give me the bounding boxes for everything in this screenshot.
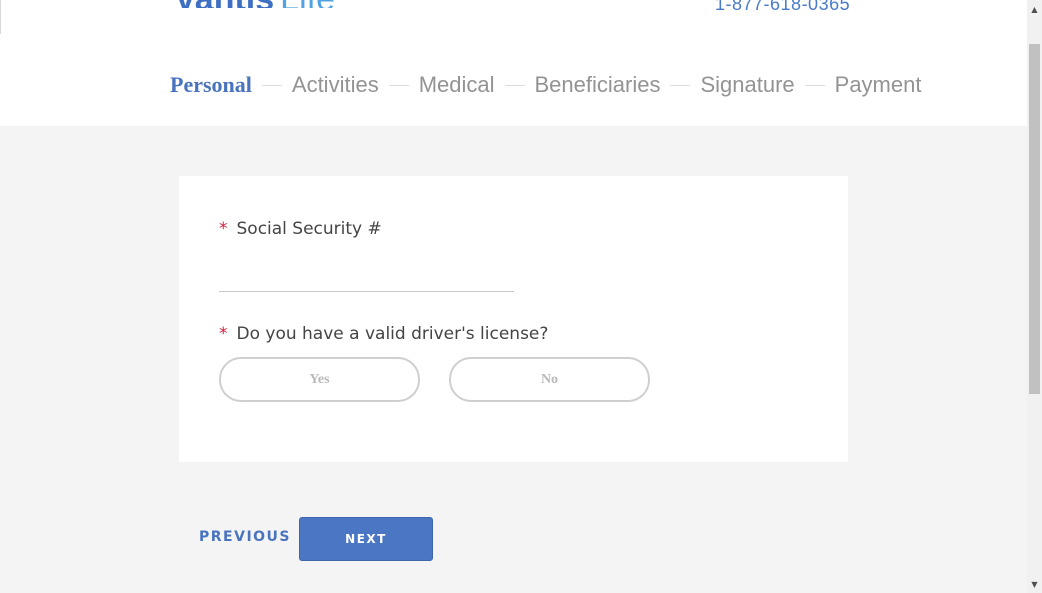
left-edge-divider: [0, 0, 1, 34]
step-signature[interactable]: Signature: [700, 72, 794, 98]
step-separator: [804, 84, 825, 86]
vantis-life-logo[interactable]: Vantis Life: [174, 0, 335, 8]
step-separator: [388, 84, 409, 86]
no-button[interactable]: No: [449, 357, 650, 402]
license-question-text: Do you have a valid driver's license?: [236, 324, 549, 344]
phone-number-link[interactable]: 1-877-618-0365: [715, 0, 850, 15]
personal-info-form: * Social Security # * Do you have a valid …: [179, 176, 848, 462]
step-medical[interactable]: Medical: [419, 72, 495, 98]
step-separator: [670, 84, 691, 86]
ssn-label: * Social Security #: [219, 219, 382, 239]
previous-button[interactable]: PREVIOUS: [199, 529, 291, 545]
scroll-up-icon[interactable]: ▲: [1027, 2, 1042, 16]
required-marker: *: [219, 219, 228, 239]
logo-suffix: Life: [280, 0, 335, 8]
yes-button-label: Yes: [309, 371, 330, 387]
step-personal[interactable]: Personal: [170, 72, 252, 98]
ssn-input[interactable]: [219, 269, 514, 292]
step-separator: [261, 84, 282, 86]
ssn-label-text: Social Security #: [236, 219, 382, 239]
yes-button[interactable]: Yes: [219, 357, 420, 402]
step-activities[interactable]: Activities: [292, 72, 379, 98]
step-payment[interactable]: Payment: [835, 72, 922, 98]
license-question-label: * Do you have a valid driver's license?: [219, 324, 548, 344]
next-button-label: NEXT: [345, 532, 387, 546]
page-header: Vantis Life 1-877-618-0365 Personal Activ…: [0, 0, 1027, 126]
logo-brand: Vantis: [174, 0, 274, 8]
no-button-label: No: [540, 371, 559, 387]
scroll-down-icon[interactable]: ▼: [1027, 577, 1042, 591]
vertical-scrollbar[interactable]: ▲ ▼: [1027, 0, 1042, 593]
progress-steps: Personal Activities Medical Beneficiarie…: [170, 70, 921, 100]
required-marker: *: [219, 324, 228, 344]
scrollbar-thumb[interactable]: [1029, 44, 1040, 394]
step-beneficiaries[interactable]: Beneficiaries: [535, 72, 661, 98]
next-button[interactable]: NEXT: [299, 517, 433, 561]
step-separator: [504, 84, 525, 86]
